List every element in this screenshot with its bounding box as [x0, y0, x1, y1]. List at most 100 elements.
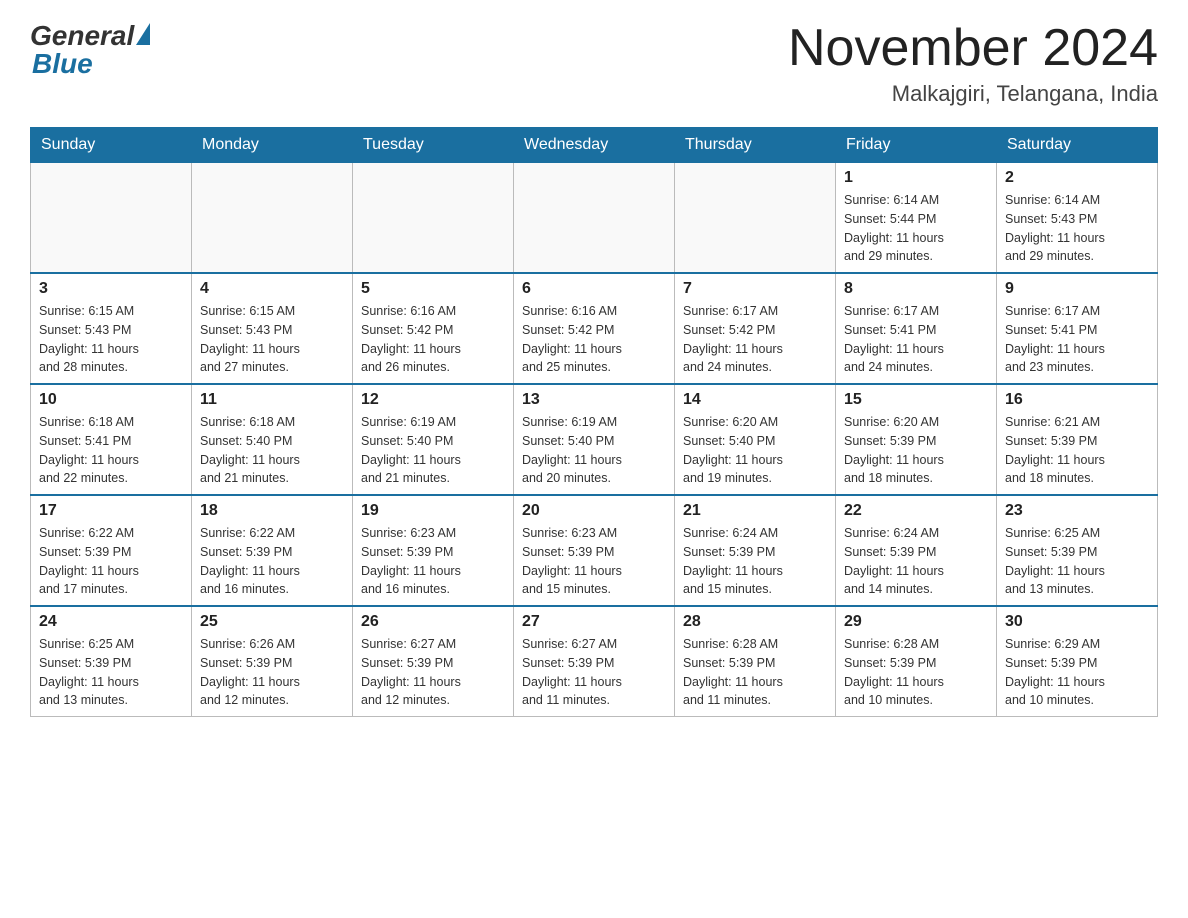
calendar-cell: 4 Sunrise: 6:15 AMSunset: 5:43 PMDaylight… [192, 273, 353, 384]
day-number: 22 [844, 502, 988, 520]
day-number: 28 [683, 613, 827, 631]
day-info: Sunrise: 6:23 AMSunset: 5:39 PMDaylight:… [522, 524, 666, 599]
calendar-week-row: 3 Sunrise: 6:15 AMSunset: 5:43 PMDaylight… [31, 273, 1158, 384]
day-info: Sunrise: 6:21 AMSunset: 5:39 PMDaylight:… [1005, 413, 1149, 488]
day-number: 8 [844, 280, 988, 298]
day-info: Sunrise: 6:22 AMSunset: 5:39 PMDaylight:… [200, 524, 344, 599]
day-number: 11 [200, 391, 344, 409]
calendar-cell: 21 Sunrise: 6:24 AMSunset: 5:39 PMDayligh… [675, 495, 836, 606]
day-info: Sunrise: 6:27 AMSunset: 5:39 PMDaylight:… [522, 635, 666, 710]
day-number: 1 [844, 169, 988, 187]
day-info: Sunrise: 6:28 AMSunset: 5:39 PMDaylight:… [683, 635, 827, 710]
logo-triangle-icon [136, 23, 150, 45]
day-number: 7 [683, 280, 827, 298]
day-info: Sunrise: 6:23 AMSunset: 5:39 PMDaylight:… [361, 524, 505, 599]
calendar-cell: 12 Sunrise: 6:19 AMSunset: 5:40 PMDayligh… [353, 384, 514, 495]
calendar-cell [353, 163, 514, 274]
day-info: Sunrise: 6:20 AMSunset: 5:39 PMDaylight:… [844, 413, 988, 488]
calendar-cell: 11 Sunrise: 6:18 AMSunset: 5:40 PMDayligh… [192, 384, 353, 495]
weekday-header-friday: Friday [836, 128, 997, 163]
day-number: 29 [844, 613, 988, 631]
calendar-cell: 9Sunrise: 6:17 AMSunset: 5:41 PMDaylight… [997, 273, 1158, 384]
day-number: 17 [39, 502, 183, 520]
day-number: 15 [844, 391, 988, 409]
header: General Blue November 2024 Malkajgiri, T… [30, 20, 1158, 107]
day-info: Sunrise: 6:24 AMSunset: 5:39 PMDaylight:… [844, 524, 988, 599]
calendar-week-row: 24 Sunrise: 6:25 AMSunset: 5:39 PMDayligh… [31, 606, 1158, 717]
day-number: 2 [1005, 169, 1149, 187]
day-number: 23 [1005, 502, 1149, 520]
location-subtitle: Malkajgiri, Telangana, India [788, 81, 1158, 107]
day-info: Sunrise: 6:28 AMSunset: 5:39 PMDaylight:… [844, 635, 988, 710]
calendar-week-row: 1 Sunrise: 6:14 AMSunset: 5:44 PMDaylight… [31, 163, 1158, 274]
calendar-cell: 28 Sunrise: 6:28 AMSunset: 5:39 PMDayligh… [675, 606, 836, 717]
weekday-header-sunday: Sunday [31, 128, 192, 163]
day-number: 27 [522, 613, 666, 631]
calendar-cell: 6Sunrise: 6:16 AMSunset: 5:42 PMDaylight… [514, 273, 675, 384]
month-year-title: November 2024 [788, 20, 1158, 77]
weekday-header-tuesday: Tuesday [353, 128, 514, 163]
calendar-cell: 8 Sunrise: 6:17 AMSunset: 5:41 PMDaylight… [836, 273, 997, 384]
calendar-week-row: 17 Sunrise: 6:22 AMSunset: 5:39 PMDayligh… [31, 495, 1158, 606]
calendar-cell: 30 Sunrise: 6:29 AMSunset: 5:39 PMDayligh… [997, 606, 1158, 717]
day-number: 14 [683, 391, 827, 409]
calendar-cell [514, 163, 675, 274]
day-info: Sunrise: 6:14 AMSunset: 5:44 PMDaylight:… [844, 191, 988, 266]
calendar-cell: 2 Sunrise: 6:14 AMSunset: 5:43 PMDaylight… [997, 163, 1158, 274]
day-info: Sunrise: 6:18 AMSunset: 5:40 PMDaylight:… [200, 413, 344, 488]
calendar-cell: 27 Sunrise: 6:27 AMSunset: 5:39 PMDayligh… [514, 606, 675, 717]
day-info: Sunrise: 6:18 AMSunset: 5:41 PMDaylight:… [39, 413, 183, 488]
day-info: Sunrise: 6:27 AMSunset: 5:39 PMDaylight:… [361, 635, 505, 710]
calendar-cell: 3 Sunrise: 6:15 AMSunset: 5:43 PMDaylight… [31, 273, 192, 384]
day-number: 16 [1005, 391, 1149, 409]
calendar-cell: 23Sunrise: 6:25 AMSunset: 5:39 PMDayligh… [997, 495, 1158, 606]
day-number: 9 [1005, 280, 1149, 298]
day-number: 25 [200, 613, 344, 631]
logo-blue-text: Blue [30, 48, 93, 80]
day-info: Sunrise: 6:15 AMSunset: 5:43 PMDaylight:… [39, 302, 183, 377]
calendar-cell: 1 Sunrise: 6:14 AMSunset: 5:44 PMDaylight… [836, 163, 997, 274]
calendar-cell: 5 Sunrise: 6:16 AMSunset: 5:42 PMDaylight… [353, 273, 514, 384]
calendar-cell: 22 Sunrise: 6:24 AMSunset: 5:39 PMDayligh… [836, 495, 997, 606]
calendar-table: SundayMondayTuesdayWednesdayThursdayFrid… [30, 127, 1158, 717]
day-info: Sunrise: 6:19 AMSunset: 5:40 PMDaylight:… [522, 413, 666, 488]
day-info: Sunrise: 6:20 AMSunset: 5:40 PMDaylight:… [683, 413, 827, 488]
day-info: Sunrise: 6:17 AMSunset: 5:42 PMDaylight:… [683, 302, 827, 377]
day-number: 5 [361, 280, 505, 298]
weekday-header-monday: Monday [192, 128, 353, 163]
day-number: 4 [200, 280, 344, 298]
day-number: 19 [361, 502, 505, 520]
calendar-cell: 16 Sunrise: 6:21 AMSunset: 5:39 PMDayligh… [997, 384, 1158, 495]
day-number: 10 [39, 391, 183, 409]
day-info: Sunrise: 6:17 AMSunset: 5:41 PMDaylight:… [844, 302, 988, 377]
day-info: Sunrise: 6:16 AMSunset: 5:42 PMDaylight:… [522, 302, 666, 377]
calendar-cell: 25 Sunrise: 6:26 AMSunset: 5:39 PMDayligh… [192, 606, 353, 717]
day-number: 20 [522, 502, 666, 520]
day-number: 13 [522, 391, 666, 409]
day-number: 24 [39, 613, 183, 631]
day-info: Sunrise: 6:14 AMSunset: 5:43 PMDaylight:… [1005, 191, 1149, 266]
day-number: 12 [361, 391, 505, 409]
calendar-cell: 18 Sunrise: 6:22 AMSunset: 5:39 PMDayligh… [192, 495, 353, 606]
calendar-cell: 7 Sunrise: 6:17 AMSunset: 5:42 PMDaylight… [675, 273, 836, 384]
day-info: Sunrise: 6:19 AMSunset: 5:40 PMDaylight:… [361, 413, 505, 488]
day-number: 21 [683, 502, 827, 520]
calendar-cell: 13 Sunrise: 6:19 AMSunset: 5:40 PMDayligh… [514, 384, 675, 495]
calendar-cell [31, 163, 192, 274]
calendar-cell [675, 163, 836, 274]
day-number: 3 [39, 280, 183, 298]
calendar-cell: 29 Sunrise: 6:28 AMSunset: 5:39 PMDayligh… [836, 606, 997, 717]
day-info: Sunrise: 6:26 AMSunset: 5:39 PMDaylight:… [200, 635, 344, 710]
weekday-header-row: SundayMondayTuesdayWednesdayThursdayFrid… [31, 128, 1158, 163]
day-info: Sunrise: 6:29 AMSunset: 5:39 PMDaylight:… [1005, 635, 1149, 710]
day-number: 30 [1005, 613, 1149, 631]
day-info: Sunrise: 6:24 AMSunset: 5:39 PMDaylight:… [683, 524, 827, 599]
logo: General Blue [30, 20, 150, 80]
weekday-header-thursday: Thursday [675, 128, 836, 163]
calendar-cell: 26Sunrise: 6:27 AMSunset: 5:39 PMDayligh… [353, 606, 514, 717]
day-info: Sunrise: 6:25 AMSunset: 5:39 PMDaylight:… [39, 635, 183, 710]
calendar-cell [192, 163, 353, 274]
day-info: Sunrise: 6:16 AMSunset: 5:42 PMDaylight:… [361, 302, 505, 377]
day-info: Sunrise: 6:15 AMSunset: 5:43 PMDaylight:… [200, 302, 344, 377]
day-number: 18 [200, 502, 344, 520]
